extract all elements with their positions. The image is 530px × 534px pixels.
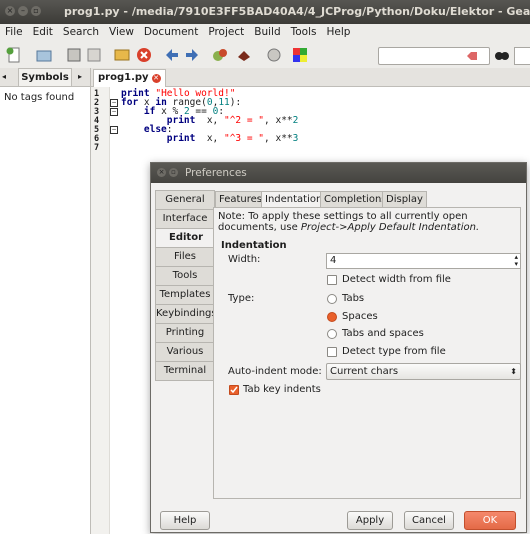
tab-key-indents-checkbox[interactable]	[229, 385, 239, 395]
tab-terminal[interactable]: Terminal	[155, 361, 215, 381]
width-value: 4	[330, 255, 337, 266]
dialog-maximize-icon[interactable]: ▫	[169, 168, 178, 177]
preferences-dialog: × ▫ Preferences General Interface Editor…	[150, 162, 527, 533]
apply-button[interactable]: Apply	[347, 511, 393, 530]
tab-interface[interactable]: Interface	[155, 209, 215, 229]
detect-width-label: Detect width from file	[342, 274, 451, 285]
detect-type-label: Detect type from file	[342, 346, 446, 357]
help-button[interactable]: Help	[160, 511, 210, 530]
menu-file[interactable]: File	[0, 24, 28, 38]
sidebar-scroll-right-icon[interactable]: ▸	[78, 68, 82, 85]
section-title: Indentation	[221, 240, 287, 251]
fold-marker-icon[interactable]: −	[110, 108, 118, 116]
clear-search-icon[interactable]	[466, 50, 478, 62]
radio-tabs-label: Tabs	[342, 293, 365, 304]
maximize-window-icon[interactable]: ▫	[31, 6, 41, 16]
menu-search[interactable]: Search	[58, 24, 104, 38]
indentation-panel: Note: To apply these settings to all cur…	[213, 207, 521, 499]
spin-arrows-icon[interactable]: ▴ ▾	[514, 254, 518, 268]
minimize-window-icon[interactable]: –	[18, 6, 28, 16]
no-tags-message: No tags found	[4, 92, 75, 103]
fold-marker-icon[interactable]: −	[110, 99, 118, 107]
checkmark-icon	[230, 386, 238, 394]
open-file-icon[interactable]	[36, 47, 52, 63]
width-label: Width:	[228, 254, 261, 265]
tab-printing[interactable]: Printing	[155, 323, 215, 343]
tab-tools[interactable]: Tools	[155, 266, 215, 286]
sidebar-tabs: ◂ Symbols ▸	[0, 68, 90, 87]
close-file-icon[interactable]	[136, 47, 152, 63]
tab-various[interactable]: Various	[155, 342, 215, 362]
ok-button[interactable]: OK	[464, 511, 516, 530]
menu-view[interactable]: View	[104, 24, 139, 38]
dialog-close-icon[interactable]: ×	[157, 168, 166, 177]
auto-indent-label: Auto-indent mode:	[228, 366, 322, 377]
menu-bar: File Edit Search View Document Project Build To…	[0, 24, 530, 42]
forward-arrow-icon[interactable]	[184, 47, 200, 63]
fold-marker-icon[interactable]: −	[110, 126, 118, 134]
document-tab[interactable]: prog1.py ✕	[93, 69, 166, 87]
dialog-title-bar: × ▫ Preferences	[151, 163, 526, 183]
window-title: prog1.py - /media/7910E3FF5BAD40A4/4_JCP…	[64, 5, 530, 18]
close-tab-icon[interactable]: ✕	[151, 74, 161, 83]
radio-spaces-label: Spaces	[342, 311, 378, 322]
chevron-updown-icon: ⬍	[510, 367, 517, 376]
type-label: Type:	[228, 293, 255, 304]
radio-tabs-and-spaces[interactable]	[327, 329, 337, 339]
detect-width-checkbox[interactable]	[327, 275, 337, 285]
tab-symbols[interactable]: Symbols	[18, 68, 72, 86]
note-text-line2: documents, use Project->Apply Default In…	[218, 222, 479, 233]
auto-indent-select[interactable]: Current chars ⬍	[326, 363, 521, 380]
tab-general[interactable]: General	[155, 190, 215, 210]
back-arrow-icon[interactable]	[164, 47, 180, 63]
tab-editor[interactable]: Editor	[155, 228, 216, 248]
menu-build[interactable]: Build	[249, 24, 285, 38]
code-line[interactable]: print x, "^3 = ", x**3	[121, 134, 299, 144]
cancel-button[interactable]: Cancel	[404, 511, 454, 530]
line-number: 7	[94, 143, 100, 153]
reload-icon[interactable]	[114, 47, 130, 63]
new-file-icon[interactable]	[6, 47, 22, 63]
document-tab-label: prog1.py	[98, 72, 149, 83]
close-window-icon[interactable]: ×	[5, 6, 15, 16]
auto-indent-value: Current chars	[330, 366, 399, 377]
sidebar-scroll-left-icon[interactable]: ◂	[2, 68, 6, 85]
detect-type-checkbox[interactable]	[327, 347, 337, 357]
line-number-gutter: 1 2 3 4 5 6 7	[91, 87, 110, 534]
note-menu-path: Project->Apply Default Indentation.	[300, 222, 480, 233]
radio-tabs-and-spaces-label: Tabs and spaces	[342, 328, 424, 339]
window-title-bar: × – ▫ prog1.py - /media/7910E3FF5BAD40A4…	[0, 0, 530, 24]
goto-line-input[interactable]	[514, 47, 530, 65]
menu-help[interactable]: Help	[322, 24, 356, 38]
note-text-part: documents, use	[218, 222, 301, 233]
radio-tabs[interactable]	[327, 294, 337, 304]
editor-tabs: prog1.py ✕	[91, 68, 530, 87]
build-icon[interactable]	[236, 47, 252, 63]
tab-templates[interactable]: Templates	[155, 285, 215, 305]
tab-files[interactable]: Files	[155, 247, 215, 267]
tab-key-indents-label: Tab key indents	[243, 384, 321, 395]
width-spinbox[interactable]: 4 ▴ ▾	[326, 253, 521, 269]
save-all-icon[interactable]	[86, 47, 102, 63]
menu-project[interactable]: Project	[203, 24, 249, 38]
save-icon[interactable]	[66, 47, 82, 63]
execute-icon[interactable]	[266, 47, 282, 63]
dialog-title: Preferences	[185, 167, 247, 179]
menu-document[interactable]: Document	[139, 24, 203, 38]
sidebar: ◂ Symbols ▸ No tags found	[0, 68, 91, 534]
menu-edit[interactable]: Edit	[28, 24, 58, 38]
color-chooser-icon[interactable]	[292, 47, 308, 63]
note-text: Note: To apply these settings to all cur…	[218, 211, 468, 222]
radio-spaces[interactable]	[327, 312, 337, 322]
tab-keybindings[interactable]: Keybindings	[155, 304, 217, 324]
compile-icon[interactable]	[212, 47, 228, 63]
menu-tools[interactable]: Tools	[286, 24, 322, 38]
find-icon[interactable]	[494, 47, 510, 63]
toolbar	[0, 42, 530, 69]
